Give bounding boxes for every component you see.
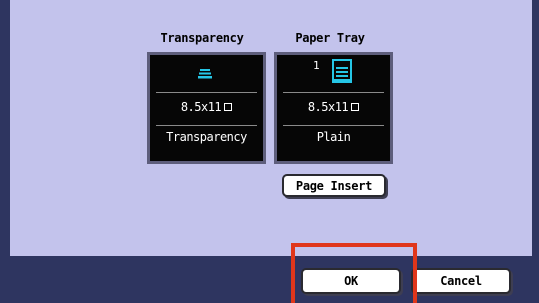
paper-orientation-icon	[351, 103, 360, 111]
transparency-source-label: Transparency	[160, 31, 244, 45]
divider	[156, 92, 257, 93]
page-insert-button[interactable]: Page Insert	[282, 174, 386, 197]
paper-orientation-icon	[224, 103, 233, 111]
divider	[283, 92, 384, 93]
divider	[156, 125, 257, 126]
transparency-source-tile[interactable]: 8.5x11 Transparency	[147, 52, 266, 164]
transparency-stack-icon	[198, 69, 212, 79]
paper-tray-source-tile[interactable]: 1 8.5x11 Plain	[274, 52, 393, 164]
transparency-paper-type: Transparency	[166, 130, 247, 144]
tray-paper-size: 8.5x11	[277, 100, 390, 114]
tray-paper-type: Plain	[316, 130, 351, 144]
paper-tray-source-label: Paper Tray	[295, 31, 365, 45]
transparency-paper-size: 8.5x11	[150, 100, 263, 114]
cancel-button[interactable]: Cancel	[411, 268, 511, 294]
ok-button[interactable]: OK	[301, 268, 401, 294]
divider	[283, 125, 384, 126]
copier-screen: Transparency 8.5x11 Transparency Paper T…	[0, 0, 539, 303]
paper-tray-icon	[332, 59, 352, 83]
settings-panel: Transparency 8.5x11 Transparency Paper T…	[10, 0, 532, 256]
